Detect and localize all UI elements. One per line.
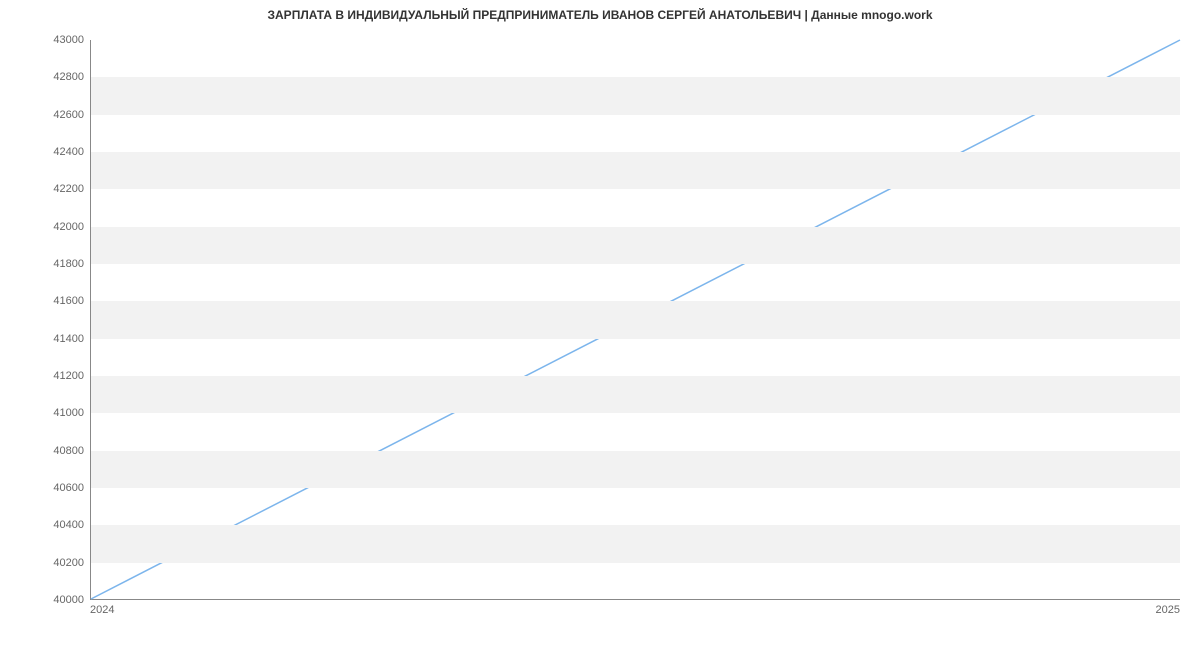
grid-band (91, 376, 1180, 413)
y-tick-label: 41600 (4, 295, 84, 307)
y-tick-label: 42400 (4, 146, 84, 158)
grid-band (91, 301, 1180, 338)
grid-band (91, 77, 1180, 114)
y-tick-label: 40600 (4, 482, 84, 494)
y-tick-label: 42200 (4, 183, 84, 195)
chart-container: ЗАРПЛАТА В ИНДИВИДУАЛЬНЫЙ ПРЕДПРИНИМАТЕЛ… (0, 0, 1200, 650)
y-tick-label: 40200 (4, 557, 84, 569)
y-tick-label: 41000 (4, 407, 84, 419)
x-tick-label: 2025 (1156, 604, 1180, 616)
x-tick-label: 2024 (90, 604, 114, 616)
chart-plot-area (90, 40, 1180, 600)
grid-band (91, 152, 1180, 189)
y-tick-label: 43000 (4, 34, 84, 46)
y-tick-label: 42000 (4, 221, 84, 233)
y-tick-label: 42600 (4, 109, 84, 121)
y-tick-label: 40800 (4, 445, 84, 457)
y-tick-label: 40400 (4, 519, 84, 531)
y-tick-label: 41200 (4, 370, 84, 382)
chart-title: ЗАРПЛАТА В ИНДИВИДУАЛЬНЫЙ ПРЕДПРИНИМАТЕЛ… (0, 8, 1200, 22)
y-tick-label: 41800 (4, 258, 84, 270)
y-tick-label: 41400 (4, 333, 84, 345)
grid-band (91, 451, 1180, 488)
y-tick-label: 42800 (4, 71, 84, 83)
grid-band (91, 227, 1180, 264)
grid-band (91, 525, 1180, 562)
y-tick-label: 40000 (4, 594, 84, 606)
